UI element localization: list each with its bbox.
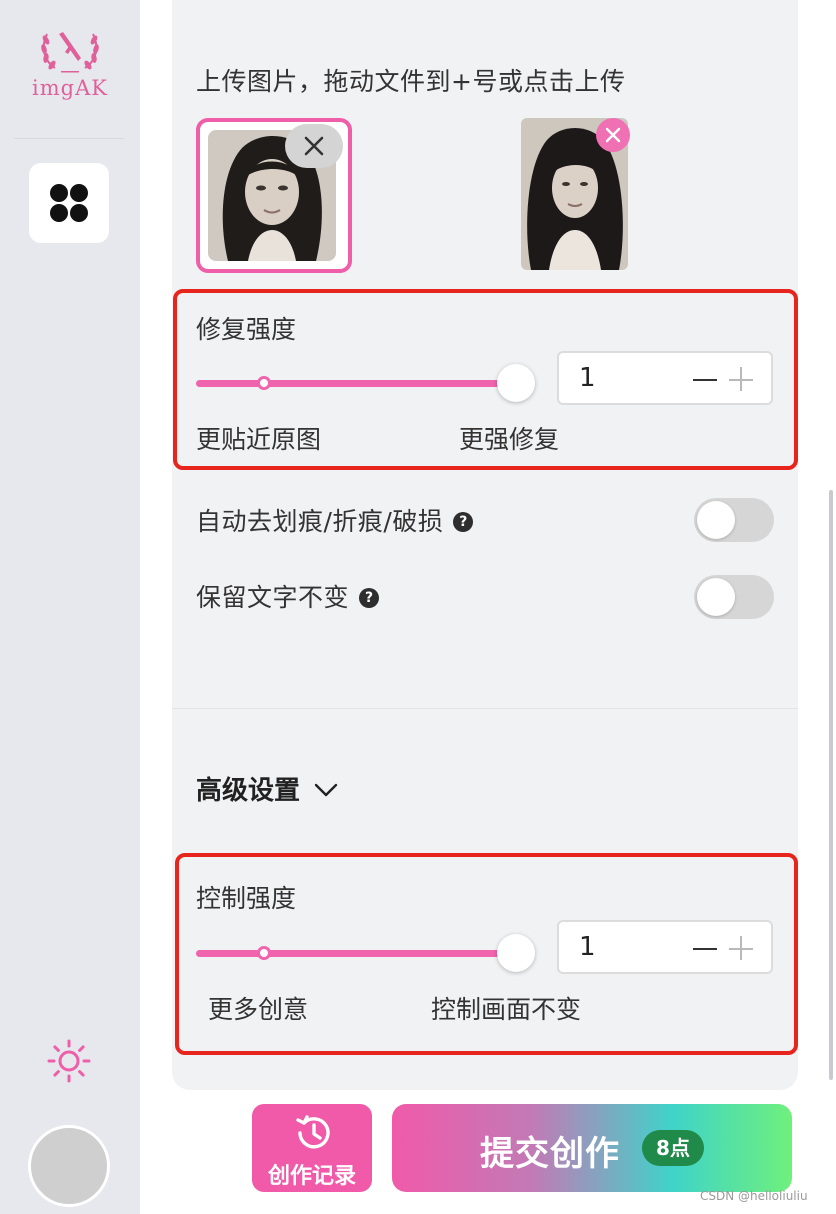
history-button[interactable]: 创作记录 (252, 1104, 372, 1192)
apps-button[interactable] (29, 163, 109, 243)
submit-button[interactable]: 提交创作 8点 (392, 1104, 792, 1192)
keep-text-toggle[interactable] (694, 575, 774, 619)
control-strength-title: 控制强度 (196, 884, 297, 913)
help-icon[interactable]: ? (359, 588, 380, 608)
auto-scratch-toggle[interactable] (694, 498, 774, 542)
repair-right-label: 更强修复 (459, 425, 560, 454)
section-divider (172, 708, 798, 709)
logo[interactable]: imgAK (24, 24, 116, 108)
increment-icon[interactable] (729, 936, 753, 962)
auto-scratch-text: 自动去划痕/折痕/破损 (196, 507, 444, 536)
repair-strength-stepper[interactable]: 1 (557, 351, 773, 405)
control-left-label: 更多创意 (208, 995, 309, 1024)
laurel-rifle-logo-icon (41, 32, 99, 73)
sidebar: imgAK (0, 0, 140, 1214)
avatar[interactable] (28, 1125, 110, 1207)
repair-strength-min-marker (257, 376, 271, 390)
scrollbar[interactable] (829, 490, 833, 1080)
upload-label: 上传图片，拖动文件到+号或点击上传 (196, 67, 626, 96)
chevron-down-icon (314, 783, 338, 797)
apps-grid-icon (50, 184, 88, 222)
submit-label: 提交创作 (480, 1134, 620, 1174)
toggle-knob (697, 578, 735, 616)
help-icon[interactable]: ? (453, 512, 474, 532)
control-strength-track[interactable] (196, 950, 516, 957)
remove-result-button[interactable] (596, 118, 630, 152)
keep-text-label: 保留文字不变? (196, 578, 380, 614)
control-strength-value[interactable]: 1 (579, 932, 596, 962)
repair-strength-slider-knob[interactable] (497, 364, 535, 402)
cost-badge: 8点 (642, 1130, 704, 1166)
sidebar-divider (14, 138, 124, 139)
logo-text: imgAK (32, 76, 108, 100)
close-circle-icon (605, 127, 621, 143)
advanced-settings-toggle[interactable]: 高级设置 (196, 770, 338, 807)
keep-text-text: 保留文字不变 (196, 583, 350, 612)
increment-icon[interactable] (729, 367, 753, 393)
control-strength-slider-knob[interactable] (497, 934, 535, 972)
decrement-icon[interactable] (693, 379, 717, 381)
remove-image-button[interactable] (285, 124, 343, 168)
control-strength-stepper[interactable]: 1 (557, 920, 773, 974)
close-icon (304, 136, 324, 156)
watermark: CSDN @helloliuliu (700, 1189, 808, 1203)
toggle-knob (697, 501, 735, 539)
control-strength-min-marker (257, 946, 271, 960)
history-label: 创作记录 (267, 1164, 356, 1189)
repair-left-label: 更贴近原图 (196, 425, 322, 454)
repair-strength-track[interactable] (196, 380, 516, 387)
advanced-settings-label: 高级设置 (196, 776, 301, 806)
repair-strength-title: 修复强度 (196, 315, 297, 344)
control-right-label: 控制画面不变 (431, 995, 582, 1024)
auto-scratch-label: 自动去划痕/折痕/破损? (196, 502, 474, 538)
decrement-icon[interactable] (693, 948, 717, 950)
repair-strength-value[interactable]: 1 (579, 363, 596, 393)
history-icon (296, 1115, 330, 1149)
sun-icon[interactable] (46, 1038, 92, 1084)
